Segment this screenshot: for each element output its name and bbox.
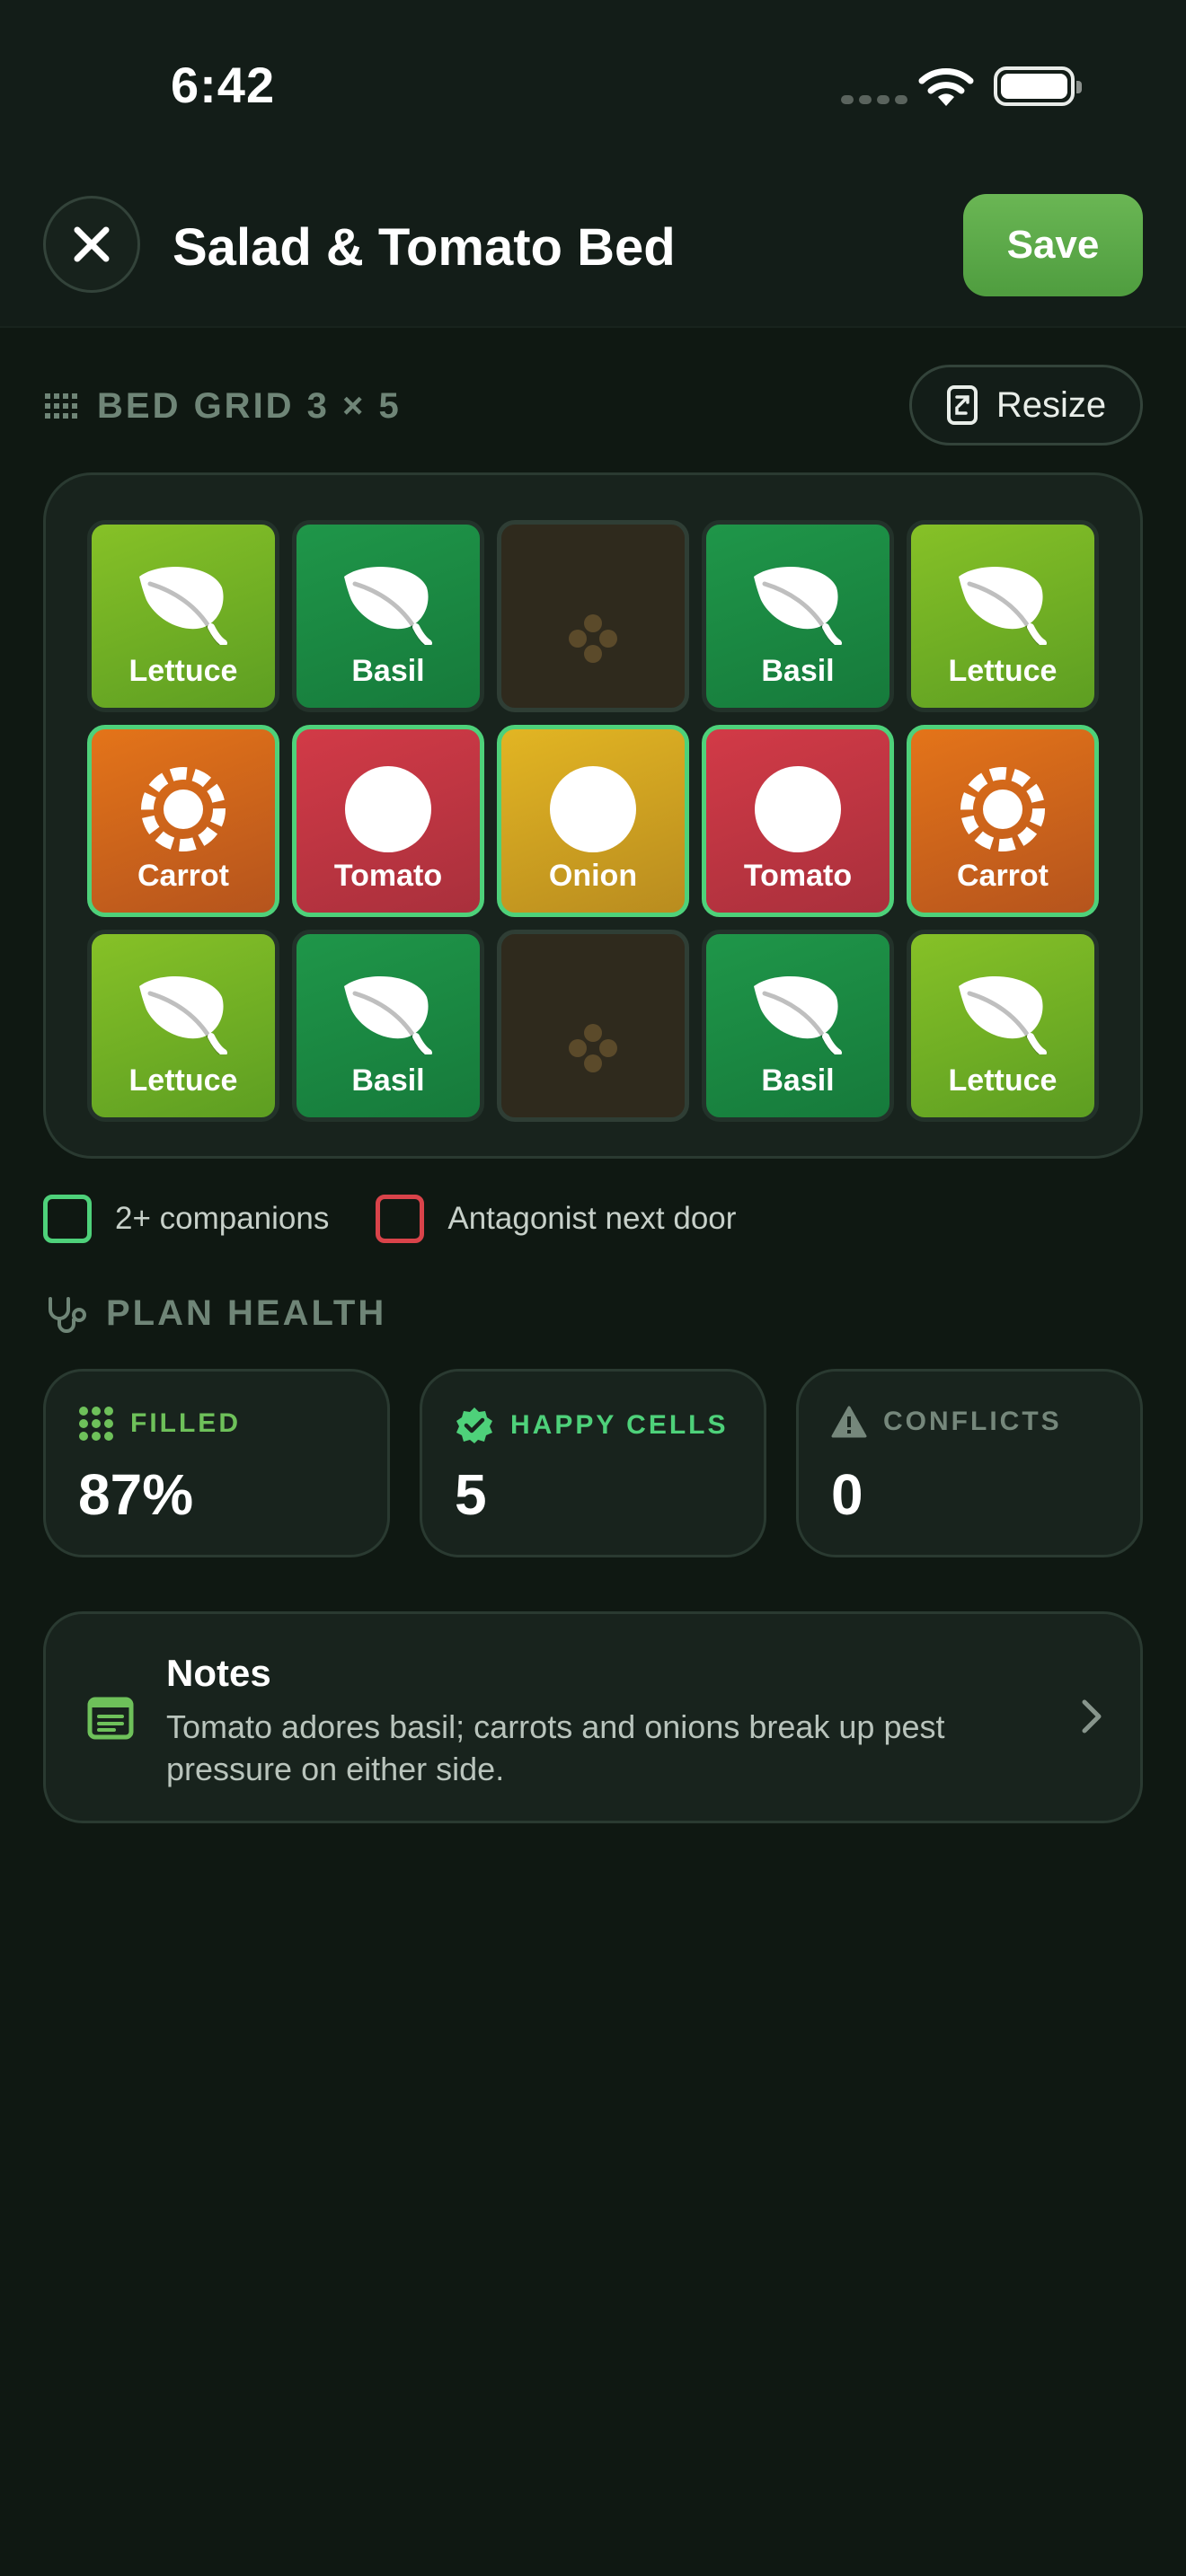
status-time: 6:42 xyxy=(171,57,276,113)
plot-cell-label: Tomato xyxy=(743,859,853,893)
legend-antagonist-label: Antagonist next door xyxy=(447,1201,737,1236)
plan-health-section-header: PLAN HEALTH xyxy=(45,1293,386,1334)
plot-cell-tomato[interactable]: Tomato xyxy=(702,725,894,917)
plot-cell-basil[interactable]: Basil xyxy=(702,930,894,1122)
close-button[interactable] xyxy=(43,196,140,293)
plot-cell-label: Onion xyxy=(548,859,638,893)
legend-companions: 2+ companions xyxy=(43,1195,329,1243)
carrot-ring-icon xyxy=(134,760,233,859)
plot-cell-label: Tomato xyxy=(333,859,443,893)
circle-icon xyxy=(339,760,438,859)
happy-cells-value: 5 xyxy=(455,1462,487,1527)
resize-label: Resize xyxy=(996,384,1107,425)
page-title: Salad & Tomato Bed xyxy=(173,218,676,277)
filled-value: 87% xyxy=(78,1462,194,1527)
plot-cell-label: Carrot xyxy=(137,859,230,893)
plot-cell-label: Basil xyxy=(761,1063,835,1098)
plot-cell-lettuce[interactable]: Lettuce xyxy=(907,930,1099,1122)
legend-companions-label: 2+ companions xyxy=(115,1201,330,1236)
wifi-icon xyxy=(918,68,974,106)
verified-badge-icon xyxy=(456,1407,492,1443)
plot-cell-label: Basil xyxy=(351,1063,425,1098)
resize-icon xyxy=(946,385,978,425)
notes-body: Tomato adores basil; carrots and onions … xyxy=(166,1708,945,1787)
leaf-icon xyxy=(748,555,847,654)
plot-cell-label: Basil xyxy=(761,654,835,688)
plot-cell-carrot[interactable]: Carrot xyxy=(87,725,279,917)
leaf-icon xyxy=(748,965,847,1063)
close-icon xyxy=(74,226,110,262)
conflicts-stat-card: CONFLICTS 0 xyxy=(796,1369,1143,1557)
notes-icon xyxy=(87,1697,134,1740)
plot-cell-label: Lettuce xyxy=(948,654,1058,688)
plot-cell-lettuce[interactable]: Lettuce xyxy=(87,930,279,1122)
leaf-icon xyxy=(953,965,1052,1063)
plot-cell-lettuce[interactable]: Lettuce xyxy=(907,520,1099,712)
bed-grid-section-header: BED GRID 3 × 5 xyxy=(45,386,402,427)
circle-icon xyxy=(748,760,847,859)
leaf-icon xyxy=(134,555,233,654)
plot-cell-label: Basil xyxy=(351,654,425,688)
header-bar: Salad & Tomato Bed Save xyxy=(0,171,1186,328)
antagonist-swatch xyxy=(376,1195,425,1243)
bed-grid-label: BED GRID 3 × 5 xyxy=(97,386,402,426)
warning-icon xyxy=(831,1406,867,1438)
stethoscope-icon xyxy=(49,1296,86,1333)
legend-antagonist: Antagonist next door xyxy=(376,1195,736,1243)
filled-label: FILLED xyxy=(130,1408,241,1438)
leaf-icon xyxy=(339,965,438,1063)
carrot-ring-icon xyxy=(953,760,1052,859)
plot-cell-lettuce[interactable]: Lettuce xyxy=(87,520,279,712)
plan-health-label: PLAN HEALTH xyxy=(106,1293,387,1333)
plot-cell-label: Lettuce xyxy=(948,1063,1058,1098)
plot-cell-label: Lettuce xyxy=(128,1063,238,1098)
leaf-icon xyxy=(339,555,438,654)
battery-icon xyxy=(994,66,1082,106)
plot-cell-basil[interactable]: Basil xyxy=(292,930,484,1122)
notes-title: Notes xyxy=(166,1652,271,1694)
status-bar: 6:42 xyxy=(0,0,1186,171)
leaf-icon xyxy=(134,965,233,1063)
plot-cell-onion[interactable]: Onion xyxy=(497,725,689,917)
resize-button[interactable]: Resize xyxy=(909,365,1143,446)
plot-cell-tomato[interactable]: Tomato xyxy=(292,725,484,917)
companions-swatch xyxy=(43,1195,92,1243)
screen: 6:42 Salad & Tomato Bed Save BED GRID 3 … xyxy=(0,0,1186,2576)
legend: 2+ companions Antagonist next door xyxy=(43,1195,783,1243)
filled-stat-card: FILLED 87% xyxy=(43,1369,390,1557)
bed-grid-card: Lettuce Basil Basil Lettuce Carrot Tomato Onio… xyxy=(43,472,1143,1159)
plot-cell-label: Carrot xyxy=(956,859,1049,893)
empty-plot-icon xyxy=(544,589,642,688)
empty-plot-cell[interactable] xyxy=(497,520,689,712)
plot-cell-basil[interactable]: Basil xyxy=(292,520,484,712)
plot-cell-label: Lettuce xyxy=(128,654,238,688)
notes-card[interactable]: Notes Tomato adores basil; carrots and o… xyxy=(43,1611,1143,1823)
conflicts-label: CONFLICTS xyxy=(883,1407,1062,1436)
chevron-right-icon xyxy=(1082,1699,1102,1734)
conflicts-value: 0 xyxy=(831,1462,863,1527)
grid-dots-icon xyxy=(79,1407,113,1441)
happy-cells-label: HAPPY CELLS xyxy=(510,1410,729,1440)
save-button[interactable]: Save xyxy=(963,194,1143,296)
cellular-dots-icon xyxy=(841,95,907,104)
leaf-icon xyxy=(953,555,1052,654)
plot-cell-carrot[interactable]: Carrot xyxy=(907,725,1099,917)
plot-cell-basil[interactable]: Basil xyxy=(702,520,894,712)
bed-grid: Lettuce Basil Basil Lettuce Carrot Tomato Onio… xyxy=(87,520,1099,1122)
empty-plot-icon xyxy=(544,999,642,1098)
happy-cells-stat-card: HAPPY CELLS 5 xyxy=(420,1369,766,1557)
circle-icon xyxy=(544,760,642,859)
grid-dots-icon xyxy=(45,393,77,419)
empty-plot-cell[interactable] xyxy=(497,930,689,1122)
